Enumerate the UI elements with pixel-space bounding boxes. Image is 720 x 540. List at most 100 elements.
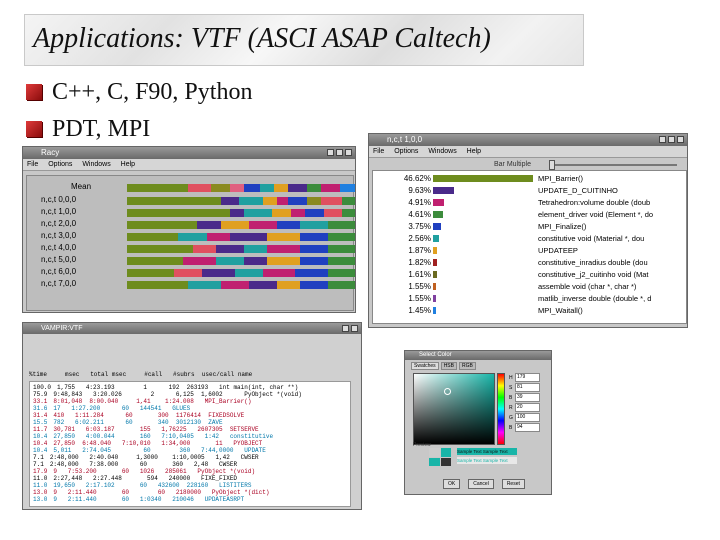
profile-row[interactable]: 4.61% element_driver void (Element *, do — [373, 210, 686, 219]
profile-row[interactable]: 2.56% constitutive void (Material *, dou — [373, 234, 686, 243]
hue-slider[interactable] — [497, 373, 505, 445]
table-row[interactable]: 13.0 9 2:11.440 60 60 2180000 PyObject *(… — [33, 489, 269, 496]
profile-bar[interactable] — [433, 199, 444, 206]
profile-row[interactable]: 1.55% assemble void (char *, char *) — [373, 282, 686, 291]
table-cell-rest: 27,850 6:48.040 7:10,010 1:34,000 11 PYO… — [53, 440, 263, 447]
table-row[interactable]: 10.4 5,011 2:74.045 60 360 7:44,0000 UPDA… — [33, 447, 266, 454]
profile-row[interactable]: 1.87% UPDATEEP — [373, 246, 686, 255]
racy-bar-node5[interactable] — [127, 257, 355, 265]
racy-bar-node4[interactable] — [127, 245, 355, 253]
menu-help[interactable]: Help — [121, 161, 135, 168]
color-field-input[interactable]: 81 — [515, 383, 540, 392]
profile-percent: 4.91% — [408, 198, 431, 207]
menu-file[interactable]: File — [27, 161, 38, 168]
table-row[interactable]: 100.0 1,755 4:23.193 1 192 263193 int mai… — [33, 384, 298, 391]
profile-bar[interactable] — [433, 235, 439, 242]
maximize-icon[interactable] — [336, 149, 343, 156]
color-field-input[interactable]: 179 — [515, 373, 540, 382]
table-row[interactable]: 10.4 27,850 6:48.040 7:10,010 1:34,000 11… — [33, 440, 262, 447]
reset-button[interactable]: Reset — [501, 479, 525, 489]
profile-label: constitutive_inradius double (dou — [538, 258, 648, 267]
profile-row[interactable]: 3.75% MPI_Finalize() — [373, 222, 686, 231]
profile-row[interactable]: 4.91% Tetrahedron:volume double (doub — [373, 198, 686, 207]
racy-titlebar[interactable]: Racy — [23, 147, 355, 159]
ok-button[interactable]: OK — [443, 479, 461, 489]
profile-titlebar[interactable]: n,c,t 1,0,0 — [369, 134, 687, 146]
table-row[interactable]: 75.9 9:48,843 3:20.026 2 6,125 1,6002 PyO… — [33, 391, 302, 398]
color-chooser-titlebar[interactable]: Select Color — [405, 351, 551, 360]
minimize-icon[interactable] — [342, 325, 349, 332]
profile-percent: 9.63% — [408, 186, 431, 195]
profile-window[interactable]: n,c,t 1,0,0 File Options Windows Help Ba… — [368, 133, 688, 328]
menu-options[interactable]: Options — [48, 161, 72, 168]
color-field-input[interactable]: 94 — [515, 423, 540, 432]
color-field-input[interactable]: 39 — [515, 393, 540, 402]
racy-bar-node2[interactable] — [127, 221, 355, 229]
minimize-icon[interactable] — [327, 149, 334, 156]
menu-windows[interactable]: Windows — [428, 148, 456, 155]
minimize-icon[interactable] — [659, 136, 666, 143]
close-icon[interactable] — [677, 136, 684, 143]
color-chooser-window[interactable]: Select Color Swatches HSB RGB H 179 S 81 B 39… — [404, 350, 552, 495]
profile-bar[interactable] — [433, 175, 533, 182]
color-picker-cursor-icon[interactable] — [444, 388, 451, 395]
racy-bar-mean[interactable] — [127, 184, 355, 192]
table-row[interactable]: 33.1 8:01,048 8:00.040 1,41 1:24.008 MPI_… — [33, 398, 251, 405]
table-row[interactable]: 11.7 30,781 6:03.187 155 1,76225 2607305 … — [33, 426, 259, 433]
table-row[interactable]: 7.1 2:48,000 7:38.000 60 360 2,48 CWSER — [33, 461, 237, 468]
menu-windows[interactable]: Windows — [82, 161, 110, 168]
slider-handle[interactable] — [549, 160, 555, 170]
profile-row[interactable]: 1.55% matlib_inverse double (double *, d — [373, 294, 686, 303]
profile-bar[interactable] — [433, 283, 436, 290]
table-cell-rest: 9 7:53.200 60 1026 285061 PyObject *(voi… — [53, 468, 256, 475]
table-titlebar[interactable]: VAMPIR:VTF — [23, 323, 361, 334]
table-row[interactable]: 15.5 782 6:02.211 60 340 3012130 ZAVE — [33, 419, 223, 426]
profile-bar[interactable] — [433, 271, 437, 278]
menu-file[interactable]: File — [373, 148, 384, 155]
table-row[interactable]: 11.0 19,650 2:17.102 60 432600 228160 LIS… — [33, 482, 251, 489]
bullet-square-icon — [26, 84, 42, 100]
table-row[interactable]: 13.0 9 2:11.440 60 1:0340 210046 UPDATEAS… — [33, 496, 244, 503]
color-field-input[interactable]: 20 — [515, 403, 540, 412]
color-field[interactable] — [413, 373, 495, 445]
close-icon[interactable] — [345, 149, 352, 156]
racy-bar-node7[interactable] — [127, 281, 355, 289]
color-field-input[interactable]: 100 — [515, 413, 540, 422]
table-cell-rest: 30,781 6:03.187 155 1,76225 2607305 SETS… — [53, 426, 259, 433]
table-row[interactable]: 10.4 27,850 4:00.044 160 7:10,0405 1:42 c… — [33, 433, 273, 440]
table-row[interactable]: 7.1 2:48,000 2:40.040 1,3000 1:10,0005 1,… — [33, 454, 259, 461]
profile-bar[interactable] — [433, 307, 436, 314]
profile-bar[interactable] — [433, 187, 454, 194]
racy-bar-node3[interactable] — [127, 233, 355, 241]
table-window[interactable]: VAMPIR:VTF %time msec total msec #call #… — [22, 322, 362, 510]
menu-help[interactable]: Help — [467, 148, 481, 155]
profile-row[interactable]: 9.63% UPDATE_D_CUITINHO — [373, 186, 686, 195]
menu-options[interactable]: Options — [394, 148, 418, 155]
close-icon[interactable] — [351, 325, 358, 332]
profile-bar[interactable] — [433, 295, 436, 302]
profile-row[interactable]: 1.82% constitutive_inradius double (dou — [373, 258, 686, 267]
profile-row[interactable]: 1.61% constitutive_j2_cuitinho void (Mat — [373, 270, 686, 279]
profile-bar[interactable] — [433, 223, 441, 230]
racy-bar-node0[interactable] — [127, 197, 355, 205]
table-row[interactable]: 17.9 9 7:53.200 60 1026 285061 PyObject *… — [33, 468, 255, 475]
profile-bar[interactable] — [433, 211, 443, 218]
tab-swatches[interactable]: Swatches — [411, 362, 439, 370]
table-row[interactable]: 11.0 2:27,448 2:27.448 594 240000 FIXE_FI… — [33, 475, 237, 482]
maximize-icon[interactable] — [668, 136, 675, 143]
tab-rgb[interactable]: RGB — [458, 362, 476, 370]
bar-multiple-slider[interactable] — [549, 160, 677, 170]
table-row[interactable]: 31.6 17 1:27.200 60 144541 GLUES — [33, 405, 190, 412]
racy-bar-node1[interactable] — [127, 209, 355, 217]
profile-bar[interactable] — [433, 247, 437, 254]
profile-row[interactable]: 46.62% MPI_Barrier() — [373, 174, 686, 183]
cancel-button[interactable]: Cancel — [468, 479, 494, 489]
profile-row[interactable]: 1.45% MPI_Waitall() — [373, 306, 686, 315]
sample-text: Sample Text Sample Text — [457, 448, 517, 455]
racy-bar-node6[interactable] — [127, 269, 355, 277]
tab-hsb[interactable]: HSB — [440, 362, 457, 370]
table-row[interactable]: 31.4 410 1:11.284 60 300 1176414 FIXEDSOL… — [33, 412, 244, 419]
table-cell-rest: 9 2:11.440 60 60 2180000 PyObject *(dict… — [53, 489, 270, 496]
racy-window[interactable]: Racy File Options Windows Help Mean n,c,… — [22, 146, 356, 313]
profile-bar[interactable] — [433, 259, 437, 266]
